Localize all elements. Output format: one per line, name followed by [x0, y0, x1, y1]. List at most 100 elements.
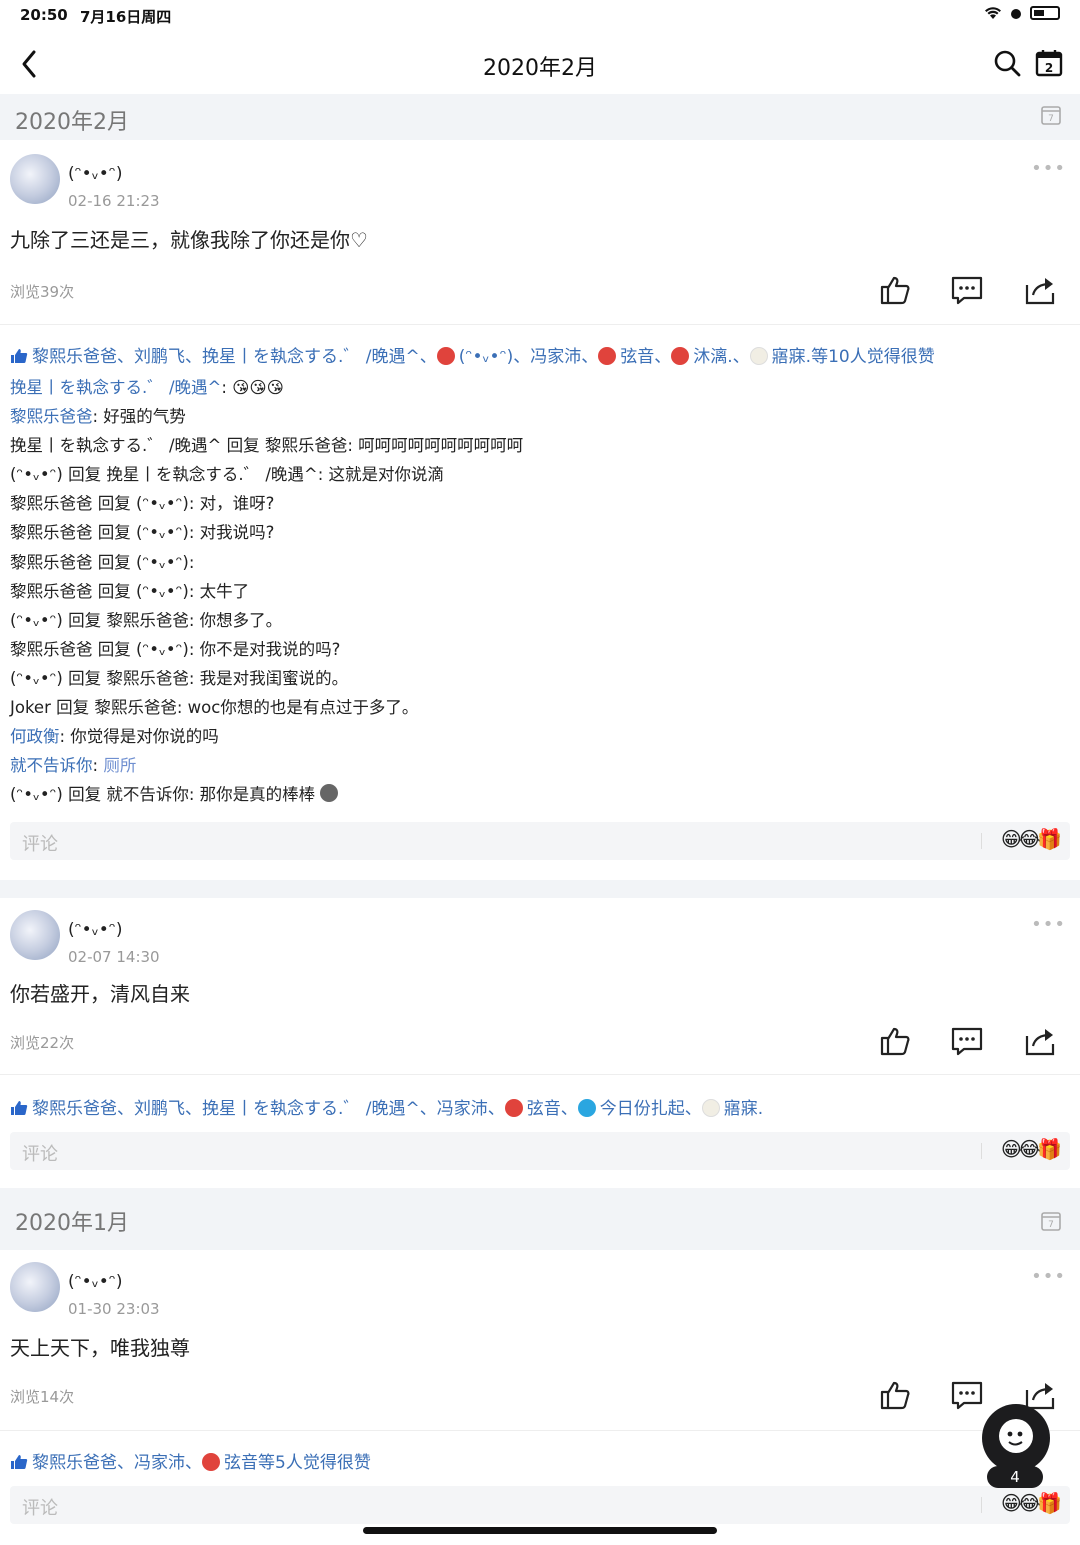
alarm-icon: [1011, 9, 1021, 19]
post-text: 你若盛开，清风自来: [10, 982, 190, 1006]
comment-line[interactable]: 黎熙乐爸爸 回复 (ᵔ•ᵥ•ᵔ):: [10, 548, 1070, 577]
comment-line[interactable]: (ᵔ•ᵥ•ᵔ) 回复 就不告诉你: 那你是真的棒棒: [10, 780, 1070, 809]
comment-text: : 呵呵呵呵呵呵呵呵呵呵: [347, 436, 524, 456]
comment-author[interactable]: (ᵔ•ᵥ•ᵔ) 回复 黎熙乐爸爸: [10, 611, 189, 630]
post-time: 02-16 21:23: [68, 192, 160, 210]
comment-author[interactable]: 挽星丨を執念する.゛ /晚遇^: [10, 378, 221, 397]
comment-input[interactable]: 评论 😁😂🎁: [10, 1486, 1070, 1524]
emoji-icon: [320, 784, 339, 803]
comment-author[interactable]: 就不告诉你: [10, 756, 93, 775]
view-count: 浏览22次: [10, 1034, 75, 1052]
more-icon[interactable]: •••: [1031, 158, 1066, 179]
comment-list: 挽星丨を執念する.゛ /晚遇^: 😘😘😘 黎熙乐爸爸: 好强的气势 挽星丨を執念…: [10, 373, 1070, 809]
comment-author[interactable]: 黎熙乐爸爸 回复 (ᵔ•ᵥ•ᵔ): [10, 523, 189, 542]
more-icon[interactable]: •••: [1031, 1266, 1066, 1287]
comment-line[interactable]: (ᵔ•ᵥ•ᵔ) 回复 挽星丨を執念する.゛ /晚遇^: 这就是对你说滴: [10, 460, 1070, 489]
comment-author[interactable]: 黎熙乐爸爸: [10, 407, 93, 426]
comment-text: : woc你想的也是有点过于多了。: [176, 698, 419, 718]
comment-line[interactable]: (ᵔ•ᵥ•ᵔ) 回复 黎熙乐爸爸: 我是对我闺蜜说的。: [10, 664, 1070, 693]
like-icon[interactable]: [878, 273, 912, 307]
comment-author[interactable]: (ᵔ•ᵥ•ᵔ) 回复 就不告诉你: [10, 785, 189, 804]
post-username[interactable]: (ᵔ•ᵥ•ᵔ): [68, 1272, 122, 1292]
comment-line[interactable]: 何政衡: 你觉得是对你说的吗: [10, 722, 1070, 751]
like-icon[interactable]: [878, 1378, 912, 1412]
post-card: (ᵔ•ᵥ•ᵔ) 02-16 21:23 ••• 九除了三还是三，就像我除了你还是…: [0, 140, 1080, 880]
emoji-button[interactable]: 😁😂🎁: [1001, 827, 1062, 851]
calendar-icon[interactable]: 7: [1040, 1210, 1062, 1232]
search-icon[interactable]: [992, 48, 1022, 78]
likes-names: 寤寐.: [723, 1099, 764, 1119]
divider: [981, 1497, 982, 1513]
notification-badge[interactable]: 4: [987, 1466, 1043, 1488]
likes-names: 弦音、: [620, 347, 672, 367]
likes-names: 寤寐.等10人觉得很赞: [771, 347, 935, 367]
post-time: 01-30 23:03: [68, 1300, 160, 1318]
avatar: [577, 1099, 596, 1117]
comment-placeholder: 评论: [22, 1144, 58, 1165]
comment-line[interactable]: 黎熙乐爸爸 回复 (ᵔ•ᵥ•ᵔ): 太牛了: [10, 577, 1070, 606]
comment-line[interactable]: 黎熙乐爸爸 回复 (ᵔ•ᵥ•ᵔ): 对我说吗?: [10, 518, 1070, 547]
comment-author[interactable]: 黎熙乐爸爸 回复 (ᵔ•ᵥ•ᵔ): [10, 553, 189, 572]
page-title: 2020年2月: [483, 56, 597, 81]
comment-text: :: [188, 552, 195, 572]
likes-names: 弦音、: [526, 1099, 578, 1119]
comment-line[interactable]: 挽星丨を執念する.゛ /晚遇^ 回复 黎熙乐爸爸: 呵呵呵呵呵呵呵呵呵呵: [10, 431, 1070, 460]
svg-text:2: 2: [1045, 61, 1053, 75]
comment-author[interactable]: Joker 回复 黎熙乐爸爸: [10, 698, 177, 717]
comment-author[interactable]: 黎熙乐爸爸 回复 (ᵔ•ᵥ•ᵔ): [10, 582, 189, 601]
post-username[interactable]: (ᵔ•ᵥ•ᵔ): [68, 920, 122, 940]
comment-line[interactable]: 黎熙乐爸爸 回复 (ᵔ•ᵥ•ᵔ): 对，谁呀?: [10, 489, 1070, 518]
avatar: [701, 1099, 720, 1117]
comment-link[interactable]: 厕所: [103, 756, 136, 775]
comment-author[interactable]: (ᵔ•ᵥ•ᵔ) 回复 黎熙乐爸爸: [10, 669, 189, 688]
calendar-icon[interactable]: 2: [1034, 48, 1064, 78]
comment-author[interactable]: 挽星丨を執念する.゛ /晚遇^ 回复 黎熙乐爸爸: [10, 436, 347, 455]
comment-icon[interactable]: [950, 1024, 984, 1058]
avatar[interactable]: [10, 154, 60, 204]
comment-author[interactable]: 何政衡: [10, 727, 60, 746]
month-header: 2020年2月 7: [0, 94, 1080, 140]
comment-author[interactable]: (ᵔ•ᵥ•ᵔ) 回复 挽星丨を執念する.゛ /晚遇^: [10, 465, 318, 484]
share-icon[interactable]: [1023, 273, 1057, 307]
divider: [981, 1143, 982, 1159]
comment-input[interactable]: 评论 😁😂🎁: [10, 1132, 1070, 1170]
comment-line[interactable]: 黎熙乐爸爸 回复 (ᵔ•ᵥ•ᵔ): 你不是对我说的吗?: [10, 635, 1070, 664]
emoji-button[interactable]: 😁😂🎁: [1001, 1491, 1062, 1515]
more-icon[interactable]: •••: [1031, 914, 1066, 935]
avatar[interactable]: [10, 910, 60, 960]
comment-line[interactable]: (ᵔ•ᵥ•ᵔ) 回复 黎熙乐爸爸: 你想多了。: [10, 606, 1070, 635]
avatar[interactable]: [10, 1262, 60, 1312]
home-indicator[interactable]: [363, 1527, 717, 1534]
comment-text: : 你想多了。: [188, 610, 283, 630]
comment-author[interactable]: 黎熙乐爸爸 回复 (ᵔ•ᵥ•ᵔ): [10, 640, 189, 659]
comment-line[interactable]: 黎熙乐爸爸: 好强的气势: [10, 402, 1070, 431]
share-icon[interactable]: [1023, 1024, 1057, 1058]
comment-line[interactable]: 就不告诉你: 厕所: [10, 751, 1070, 780]
comment-icon[interactable]: [950, 1378, 984, 1412]
comment-author[interactable]: 黎熙乐爸爸 回复 (ᵔ•ᵥ•ᵔ): [10, 494, 189, 513]
likes-names: 黎熙乐爸爸、刘鹏飞、挽星丨を執念する.゛ /晚遇^、: [32, 347, 437, 367]
divider: [981, 833, 982, 849]
comment-line[interactable]: 挽星丨を執念する.゛ /晚遇^: 😘😘😘: [10, 373, 1070, 402]
comment-input[interactable]: 评论 😁😂🎁: [10, 822, 1070, 860]
post-username[interactable]: (ᵔ•ᵥ•ᵔ): [68, 164, 122, 184]
assistant-face-icon: [999, 1419, 1033, 1453]
month-label: 2020年1月: [15, 1211, 129, 1236]
comment-icon[interactable]: [950, 273, 984, 307]
avatar: [749, 347, 768, 365]
view-count: 浏览39次: [10, 283, 75, 301]
wifi-icon: [985, 7, 1001, 19]
battery-icon: [1030, 6, 1060, 20]
emoji-button[interactable]: 😁😂🎁: [1001, 1137, 1062, 1161]
comment-text: : 对我说吗?: [188, 523, 275, 543]
like-thumb-icon: [11, 349, 28, 363]
floating-assistant-button[interactable]: [982, 1404, 1050, 1472]
likes-names: 黎熙乐爸爸、冯家沛、: [32, 1453, 202, 1473]
like-icon[interactable]: [878, 1024, 912, 1058]
comment-line[interactable]: Joker 回复 黎熙乐爸爸: woc你想的也是有点过于多了。: [10, 693, 1070, 722]
comment-text: :: [92, 756, 104, 776]
calendar-icon[interactable]: 7: [1040, 104, 1062, 126]
comment-placeholder: 评论: [22, 834, 58, 855]
comment-text: : 你不是对我说的吗?: [188, 639, 341, 659]
comment-text: : 对，谁呀?: [188, 494, 275, 514]
